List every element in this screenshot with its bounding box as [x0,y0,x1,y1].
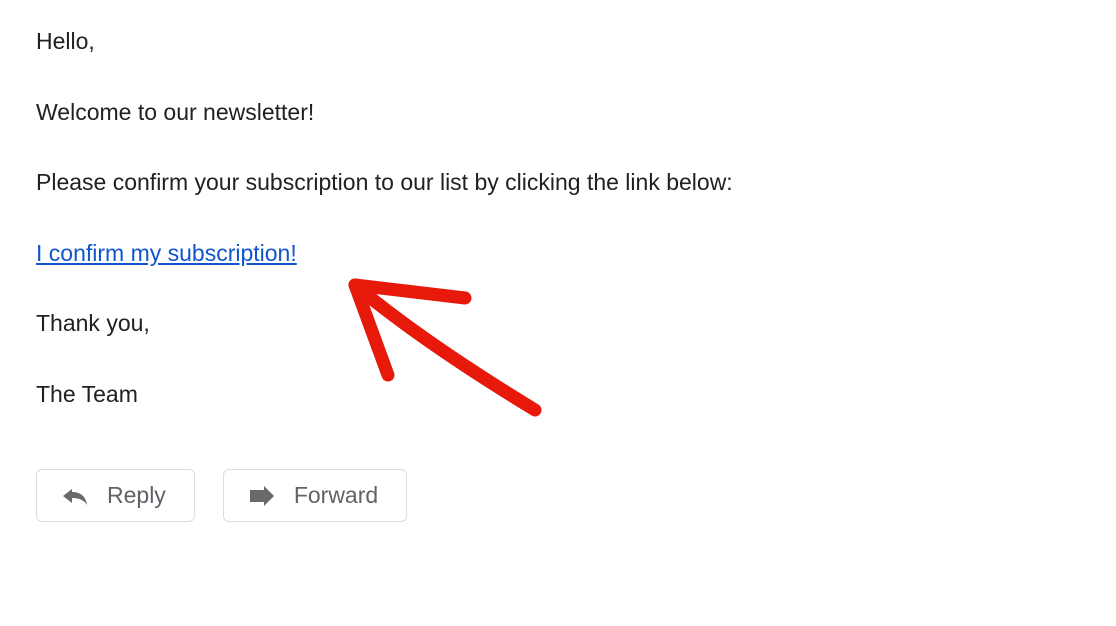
email-body: Hello, Welcome to our newsletter! Please… [36,24,1080,411]
signature-text: The Team [36,377,1080,412]
greeting-text: Hello, [36,24,1080,59]
email-actions: Reply Forward [36,469,1080,522]
reply-button[interactable]: Reply [36,469,195,522]
welcome-text: Welcome to our newsletter! [36,95,1080,130]
reply-icon [61,485,89,507]
forward-button[interactable]: Forward [223,469,407,522]
forward-label: Forward [294,482,378,509]
forward-icon [248,485,276,507]
thanks-text: Thank you, [36,306,1080,341]
reply-label: Reply [107,482,166,509]
instruction-text: Please confirm your subscription to our … [36,165,1080,200]
confirm-subscription-link[interactable]: I confirm my subscription! [36,240,297,266]
